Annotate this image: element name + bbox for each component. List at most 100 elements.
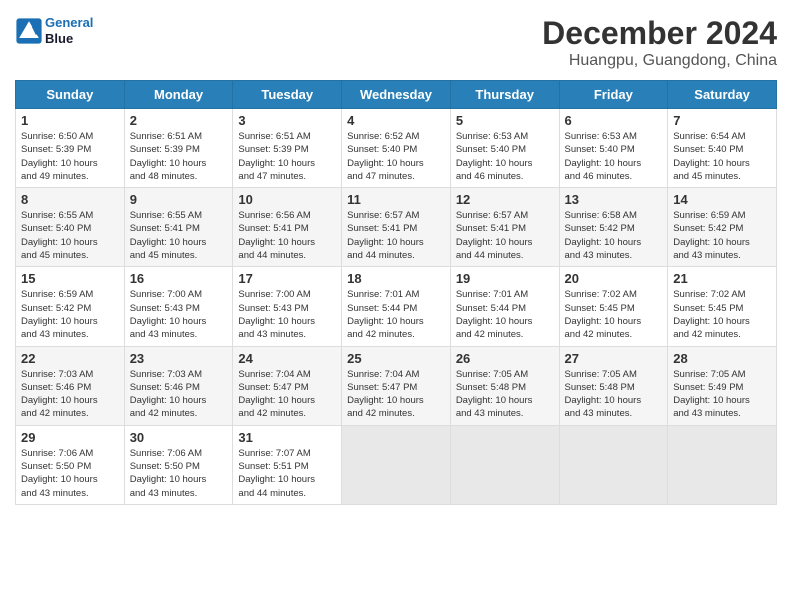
day-number: 15 (21, 271, 119, 286)
day-info: Sunrise: 6:56 AM Sunset: 5:41 PM Dayligh… (238, 209, 336, 262)
cal-cell: 29 Sunrise: 7:06 AM Sunset: 5:50 PM Dayli… (16, 425, 125, 504)
header-monday: Monday (124, 81, 233, 109)
day-info: Sunrise: 6:51 AM Sunset: 5:39 PM Dayligh… (238, 130, 336, 183)
cal-cell (342, 425, 451, 504)
day-number: 23 (130, 351, 228, 366)
day-info: Sunrise: 6:54 AM Sunset: 5:40 PM Dayligh… (673, 130, 771, 183)
cal-cell: 19 Sunrise: 7:01 AM Sunset: 5:44 PM Dayli… (450, 267, 559, 346)
day-number: 25 (347, 351, 445, 366)
day-info: Sunrise: 6:53 AM Sunset: 5:40 PM Dayligh… (565, 130, 663, 183)
cal-cell: 28Sunrise: 7:05 AM Sunset: 5:49 PM Dayli… (668, 346, 777, 425)
day-number: 5 (456, 113, 554, 128)
day-info: Sunrise: 6:52 AM Sunset: 5:40 PM Dayligh… (347, 130, 445, 183)
day-info: Sunrise: 7:03 AM Sunset: 5:46 PM Dayligh… (21, 368, 119, 421)
day-number: 29 (21, 430, 119, 445)
day-number: 24 (238, 351, 336, 366)
day-info: Sunrise: 6:59 AM Sunset: 5:42 PM Dayligh… (21, 288, 119, 341)
cal-cell: 24 Sunrise: 7:04 AM Sunset: 5:47 PM Dayli… (233, 346, 342, 425)
logo-line2: Blue (45, 31, 73, 46)
logo-line1: General (45, 15, 93, 30)
day-number: 17 (238, 271, 336, 286)
day-number: 11 (347, 192, 445, 207)
header-sunday: Sunday (16, 81, 125, 109)
day-info: Sunrise: 6:50 AM Sunset: 5:39 PM Dayligh… (21, 130, 119, 183)
cal-cell: 17Sunrise: 7:00 AM Sunset: 5:43 PM Dayli… (233, 267, 342, 346)
cal-cell: 8 Sunrise: 6:55 AM Sunset: 5:40 PM Daylig… (16, 188, 125, 267)
day-number: 27 (565, 351, 663, 366)
cal-cell: 10 Sunrise: 6:56 AM Sunset: 5:41 PM Dayli… (233, 188, 342, 267)
week-row-2: 15 Sunrise: 6:59 AM Sunset: 5:42 PM Dayli… (16, 267, 777, 346)
day-info: Sunrise: 6:58 AM Sunset: 5:42 PM Dayligh… (565, 209, 663, 262)
cal-cell: 31 Sunrise: 7:07 AM Sunset: 5:51 PM Dayli… (233, 425, 342, 504)
cal-cell: 22 Sunrise: 7:03 AM Sunset: 5:46 PM Dayli… (16, 346, 125, 425)
day-info: Sunrise: 7:01 AM Sunset: 5:44 PM Dayligh… (456, 288, 554, 341)
day-number: 21 (673, 271, 771, 286)
day-info: Sunrise: 7:06 AM Sunset: 5:50 PM Dayligh… (130, 447, 228, 500)
cal-cell: 2Sunrise: 6:51 AM Sunset: 5:39 PM Daylig… (124, 109, 233, 188)
day-number: 28 (673, 351, 771, 366)
day-info: Sunrise: 7:05 AM Sunset: 5:48 PM Dayligh… (565, 368, 663, 421)
month-title: December 2024 (542, 15, 777, 52)
day-info: Sunrise: 7:04 AM Sunset: 5:47 PM Dayligh… (347, 368, 445, 421)
header-wednesday: Wednesday (342, 81, 451, 109)
day-number: 18 (347, 271, 445, 286)
cal-cell (450, 425, 559, 504)
day-info: Sunrise: 6:59 AM Sunset: 5:42 PM Dayligh… (673, 209, 771, 262)
day-info: Sunrise: 7:00 AM Sunset: 5:43 PM Dayligh… (130, 288, 228, 341)
day-number: 20 (565, 271, 663, 286)
day-number: 30 (130, 430, 228, 445)
day-number: 2 (130, 113, 228, 128)
day-info: Sunrise: 6:55 AM Sunset: 5:41 PM Dayligh… (130, 209, 228, 262)
week-row-0: 1Sunrise: 6:50 AM Sunset: 5:39 PM Daylig… (16, 109, 777, 188)
header-thursday: Thursday (450, 81, 559, 109)
day-number: 4 (347, 113, 445, 128)
day-info: Sunrise: 7:07 AM Sunset: 5:51 PM Dayligh… (238, 447, 336, 500)
day-number: 12 (456, 192, 554, 207)
day-info: Sunrise: 7:03 AM Sunset: 5:46 PM Dayligh… (130, 368, 228, 421)
cal-cell: 25 Sunrise: 7:04 AM Sunset: 5:47 PM Dayli… (342, 346, 451, 425)
week-row-3: 22 Sunrise: 7:03 AM Sunset: 5:46 PM Dayli… (16, 346, 777, 425)
cal-cell: 1Sunrise: 6:50 AM Sunset: 5:39 PM Daylig… (16, 109, 125, 188)
day-number: 14 (673, 192, 771, 207)
cal-cell: 5 Sunrise: 6:53 AM Sunset: 5:40 PM Daylig… (450, 109, 559, 188)
cal-cell: 3 Sunrise: 6:51 AM Sunset: 5:39 PM Daylig… (233, 109, 342, 188)
cal-cell: 6 Sunrise: 6:53 AM Sunset: 5:40 PM Daylig… (559, 109, 668, 188)
day-number: 7 (673, 113, 771, 128)
cal-cell: 20Sunrise: 7:02 AM Sunset: 5:45 PM Dayli… (559, 267, 668, 346)
day-number: 10 (238, 192, 336, 207)
header-tuesday: Tuesday (233, 81, 342, 109)
cal-cell: 13 Sunrise: 6:58 AM Sunset: 5:42 PM Dayli… (559, 188, 668, 267)
cal-cell: 21 Sunrise: 7:02 AM Sunset: 5:45 PM Dayli… (668, 267, 777, 346)
calendar-table: SundayMondayTuesdayWednesdayThursdayFrid… (15, 80, 777, 505)
day-info: Sunrise: 6:57 AM Sunset: 5:41 PM Dayligh… (347, 209, 445, 262)
day-number: 26 (456, 351, 554, 366)
cal-cell: 11 Sunrise: 6:57 AM Sunset: 5:41 PM Dayli… (342, 188, 451, 267)
day-info: Sunrise: 7:02 AM Sunset: 5:45 PM Dayligh… (673, 288, 771, 341)
logo-icon (15, 17, 43, 45)
day-number: 22 (21, 351, 119, 366)
cal-cell: 26 Sunrise: 7:05 AM Sunset: 5:48 PM Dayli… (450, 346, 559, 425)
cal-cell: 4 Sunrise: 6:52 AM Sunset: 5:40 PM Daylig… (342, 109, 451, 188)
day-number: 6 (565, 113, 663, 128)
location: Huangpu, Guangdong, China (542, 52, 777, 70)
day-info: Sunrise: 6:53 AM Sunset: 5:40 PM Dayligh… (456, 130, 554, 183)
day-number: 13 (565, 192, 663, 207)
day-info: Sunrise: 7:04 AM Sunset: 5:47 PM Dayligh… (238, 368, 336, 421)
day-info: Sunrise: 7:01 AM Sunset: 5:44 PM Dayligh… (347, 288, 445, 341)
day-info: Sunrise: 7:05 AM Sunset: 5:48 PM Dayligh… (456, 368, 554, 421)
header-saturday: Saturday (668, 81, 777, 109)
header-row: SundayMondayTuesdayWednesdayThursdayFrid… (16, 81, 777, 109)
day-number: 9 (130, 192, 228, 207)
week-row-1: 8 Sunrise: 6:55 AM Sunset: 5:40 PM Daylig… (16, 188, 777, 267)
day-number: 8 (21, 192, 119, 207)
day-number: 31 (238, 430, 336, 445)
cal-cell: 12Sunrise: 6:57 AM Sunset: 5:41 PM Dayli… (450, 188, 559, 267)
cal-cell: 14 Sunrise: 6:59 AM Sunset: 5:42 PM Dayli… (668, 188, 777, 267)
day-info: Sunrise: 7:06 AM Sunset: 5:50 PM Dayligh… (21, 447, 119, 500)
day-info: Sunrise: 6:55 AM Sunset: 5:40 PM Dayligh… (21, 209, 119, 262)
day-number: 19 (456, 271, 554, 286)
title-area: December 2024 Huangpu, Guangdong, China (542, 15, 777, 70)
header: General Blue December 2024 Huangpu, Guan… (15, 15, 777, 70)
cal-cell: 27 Sunrise: 7:05 AM Sunset: 5:48 PM Dayli… (559, 346, 668, 425)
day-number: 3 (238, 113, 336, 128)
